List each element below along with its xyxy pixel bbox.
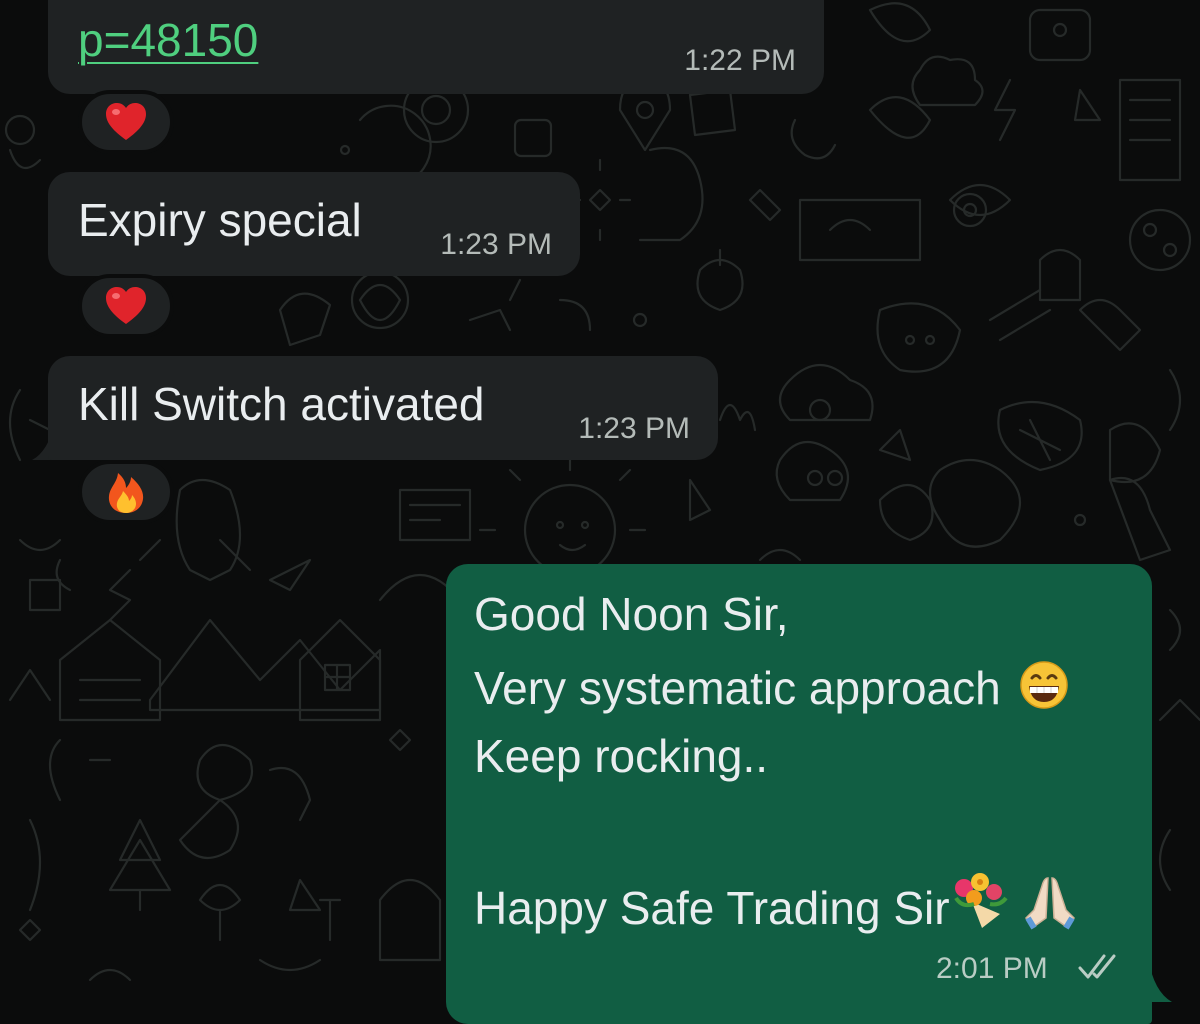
message-timestamp: 1:23 PM [440,228,552,261]
incoming-message-1[interactable]: p=48150 1:22 PM [48,0,824,94]
reaction-badge[interactable] [78,90,174,154]
grinning-face-icon [1019,661,1068,709]
message-text: Kill Switch activated [78,378,485,430]
message-line-2: Very systematic approach [474,660,1069,714]
read-double-check-icon [1078,954,1116,979]
reaction-badge[interactable] [78,460,174,524]
message-timestamp: 1:22 PM [684,44,796,77]
bouquet-icon [953,873,1008,928]
incoming-message-2[interactable]: Expiry special 1:23 PM [48,172,580,276]
folded-hands-icon [1024,877,1075,930]
message-line-3: Keep rocking.. [474,730,769,782]
message-line-5: Happy Safe Trading Sir [474,872,1078,934]
heart-icon [106,287,146,324]
message-link[interactable]: p=48150 [78,14,258,66]
message-line-1: Good Noon Sir, [474,588,789,640]
reaction-badge[interactable] [78,274,174,338]
message-timestamp: 2:01 PM [936,952,1048,985]
outgoing-message[interactable]: Good Noon Sir, Very systematic approach … [446,564,1152,1024]
incoming-message-3[interactable]: Kill Switch activated 1:23 PM [48,356,718,460]
message-text: Expiry special [78,194,362,246]
message-timestamp: 1:23 PM [578,412,690,445]
fire-icon [108,473,144,513]
heart-icon [106,103,146,140]
